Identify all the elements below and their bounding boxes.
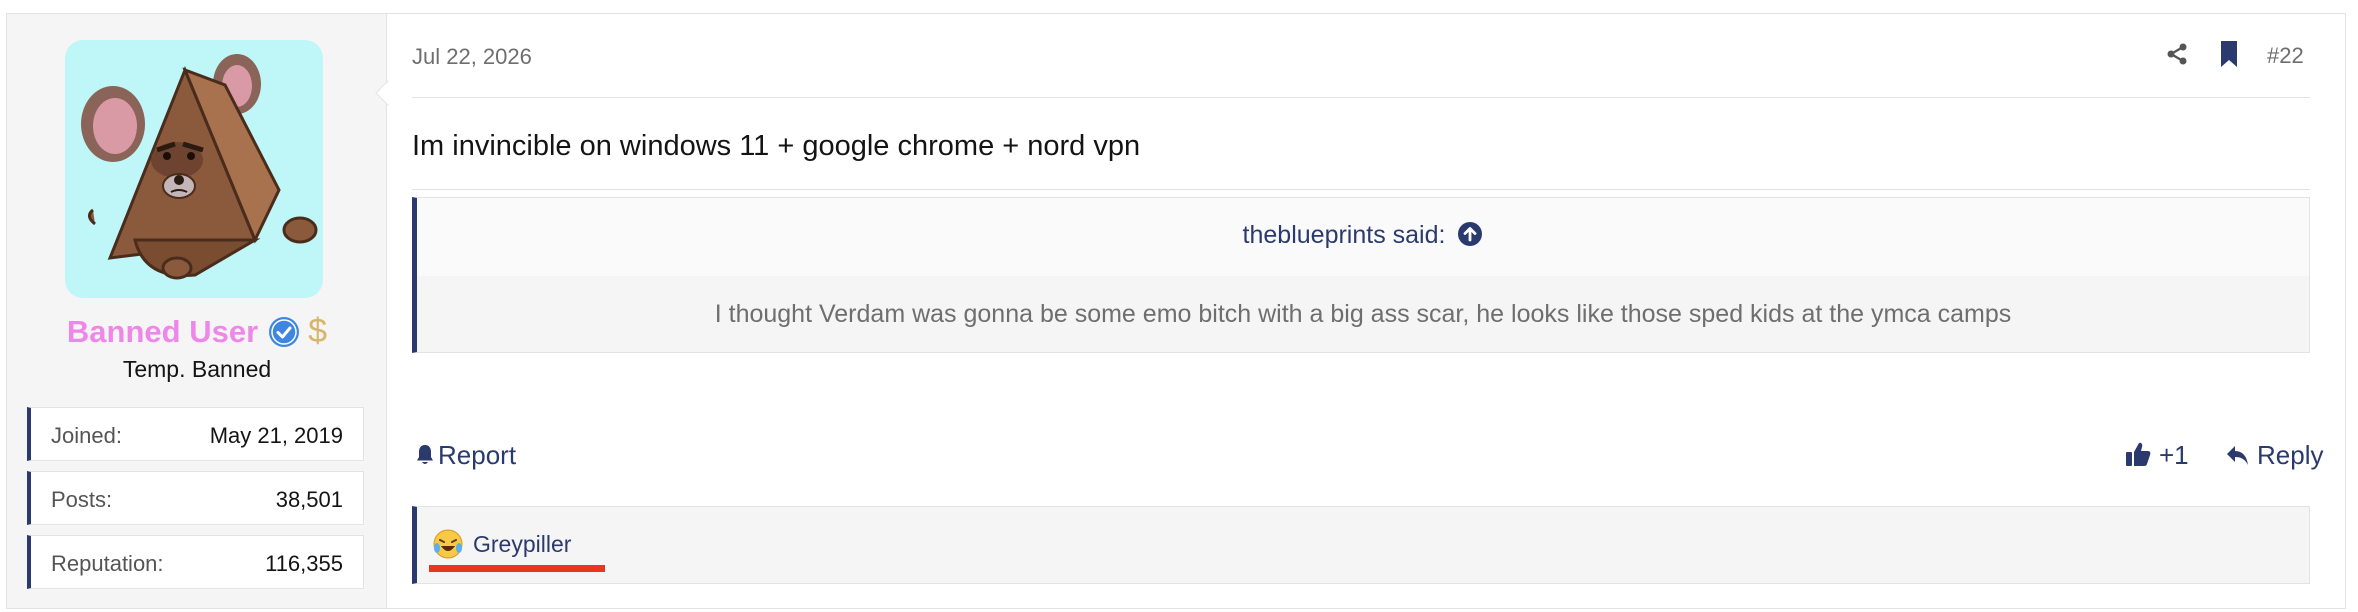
- quote-author-row: theblueprints said:: [417, 221, 2309, 250]
- mouse-avatar-image: [81, 54, 318, 280]
- divider: [412, 189, 2310, 190]
- laughing-crying-icon: [433, 529, 463, 559]
- stat-joined: Joined: May 21, 2019: [27, 407, 364, 461]
- arrow-up-circle-icon[interactable]: [1457, 221, 1483, 247]
- stat-value: 116,355: [265, 551, 343, 576]
- dollar-badge-icon: $: [308, 312, 328, 351]
- thumbs-up-icon: [2126, 442, 2151, 467]
- stat-reputation: Reputation: 116,355: [27, 535, 364, 589]
- divider: [412, 97, 2310, 98]
- bookmark-icon[interactable]: [2219, 40, 2239, 68]
- post-date[interactable]: Jul 22, 2026: [412, 44, 532, 70]
- share-icon[interactable]: [2165, 42, 2189, 66]
- stat-label: Joined:: [51, 423, 122, 448]
- like-button[interactable]: +1: [2125, 440, 2189, 471]
- post-container: Banned User $ Temp. Banned Joined: May 2…: [6, 13, 2346, 609]
- stat-value: May 21, 2019: [209, 423, 343, 448]
- avatar[interactable]: [65, 40, 323, 298]
- username-row: Banned User $: [7, 312, 387, 351]
- like-count: +1: [2159, 440, 2189, 470]
- quote-block: theblueprints said: I thought Verdam was…: [412, 197, 2310, 353]
- quote-text: I thought Verdam was gonna be some emo b…: [714, 300, 2012, 328]
- user-title: Temp. Banned: [122, 356, 272, 382]
- user-sidebar: Banned User $ Temp. Banned Joined: May 2…: [7, 14, 387, 608]
- reactions-bar: Greypiller: [412, 506, 2310, 584]
- report-label: Report: [438, 440, 517, 470]
- bell-icon: [417, 445, 433, 465]
- highlight-underline: [429, 565, 605, 572]
- reaction-user-link[interactable]: Greypiller: [473, 531, 571, 558]
- username[interactable]: Banned User: [67, 314, 258, 349]
- reply-label: Reply: [2257, 440, 2324, 470]
- stat-label: Posts:: [51, 487, 113, 512]
- stat-value: 38,501: [275, 487, 343, 512]
- reply-button[interactable]: Reply: [2225, 440, 2323, 471]
- stat-posts: Posts: 38,501: [27, 471, 364, 525]
- post-main: Jul 22, 2026 #22 Im invincible on window…: [387, 14, 2345, 608]
- quote-author[interactable]: theblueprints said:: [1243, 221, 1446, 249]
- reply-arrow-icon: [2227, 445, 2248, 465]
- stat-label: Reputation:: [51, 551, 164, 576]
- post-body: Im invincible on windows 11 + google chr…: [412, 130, 1141, 162]
- report-button[interactable]: Report: [416, 440, 516, 471]
- verified-check-icon: [269, 316, 300, 347]
- post-number[interactable]: #22: [2267, 43, 2304, 69]
- quote-header: theblueprints said:: [417, 198, 2309, 276]
